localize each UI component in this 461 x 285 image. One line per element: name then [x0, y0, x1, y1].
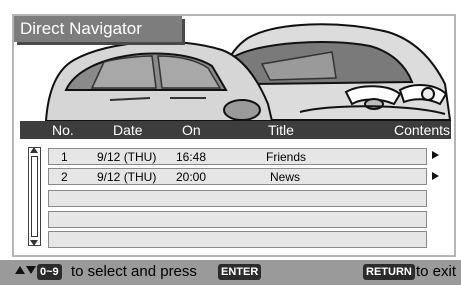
list-item[interactable]	[48, 211, 427, 228]
column-header-no: No.	[52, 122, 74, 138]
table-header	[20, 121, 451, 139]
row-date: 9/12 (THU)	[97, 150, 157, 164]
scrollbar-thumb[interactable]	[31, 156, 38, 237]
row-title: Friends	[266, 150, 307, 164]
row-date: 9/12 (THU)	[97, 170, 157, 184]
select-instruction: to select and press	[71, 263, 197, 280]
list-item[interactable]: 1 9/12 (THU) 16:48 Friends	[48, 148, 427, 165]
scroll-up-arrow-icon[interactable]	[30, 147, 38, 153]
return-key-badge: RETURN	[363, 264, 415, 280]
row-on: 16:48	[176, 150, 207, 164]
list-item[interactable]: 2 9/12 (THU) 20:00 News	[48, 168, 427, 185]
page-title: Direct Navigator	[20, 19, 142, 38]
up-down-arrows-icon	[15, 266, 36, 284]
row-pointer-icon[interactable]	[432, 172, 439, 180]
row-on: 20:00	[176, 170, 207, 184]
column-header-on: On	[182, 122, 201, 138]
row-pointer-icon[interactable]	[432, 151, 439, 159]
exit-instruction: to exit	[416, 263, 457, 280]
scroll-down-arrow-icon[interactable]	[30, 240, 38, 246]
column-header-date: Date	[113, 122, 143, 138]
number-keys-badge: 0~9	[37, 264, 62, 280]
column-header-title: Title	[268, 122, 294, 138]
row-no: 1	[61, 150, 68, 164]
row-title: News	[270, 170, 301, 184]
direct-navigator-screen: Direct Navigator No. Date On Title Conte…	[0, 0, 461, 285]
column-header-contents: Contents	[394, 122, 451, 138]
list-item[interactable]	[48, 231, 427, 248]
list-item[interactable]	[48, 190, 427, 207]
enter-key-badge: ENTER	[218, 264, 262, 280]
row-no: 2	[61, 170, 68, 184]
